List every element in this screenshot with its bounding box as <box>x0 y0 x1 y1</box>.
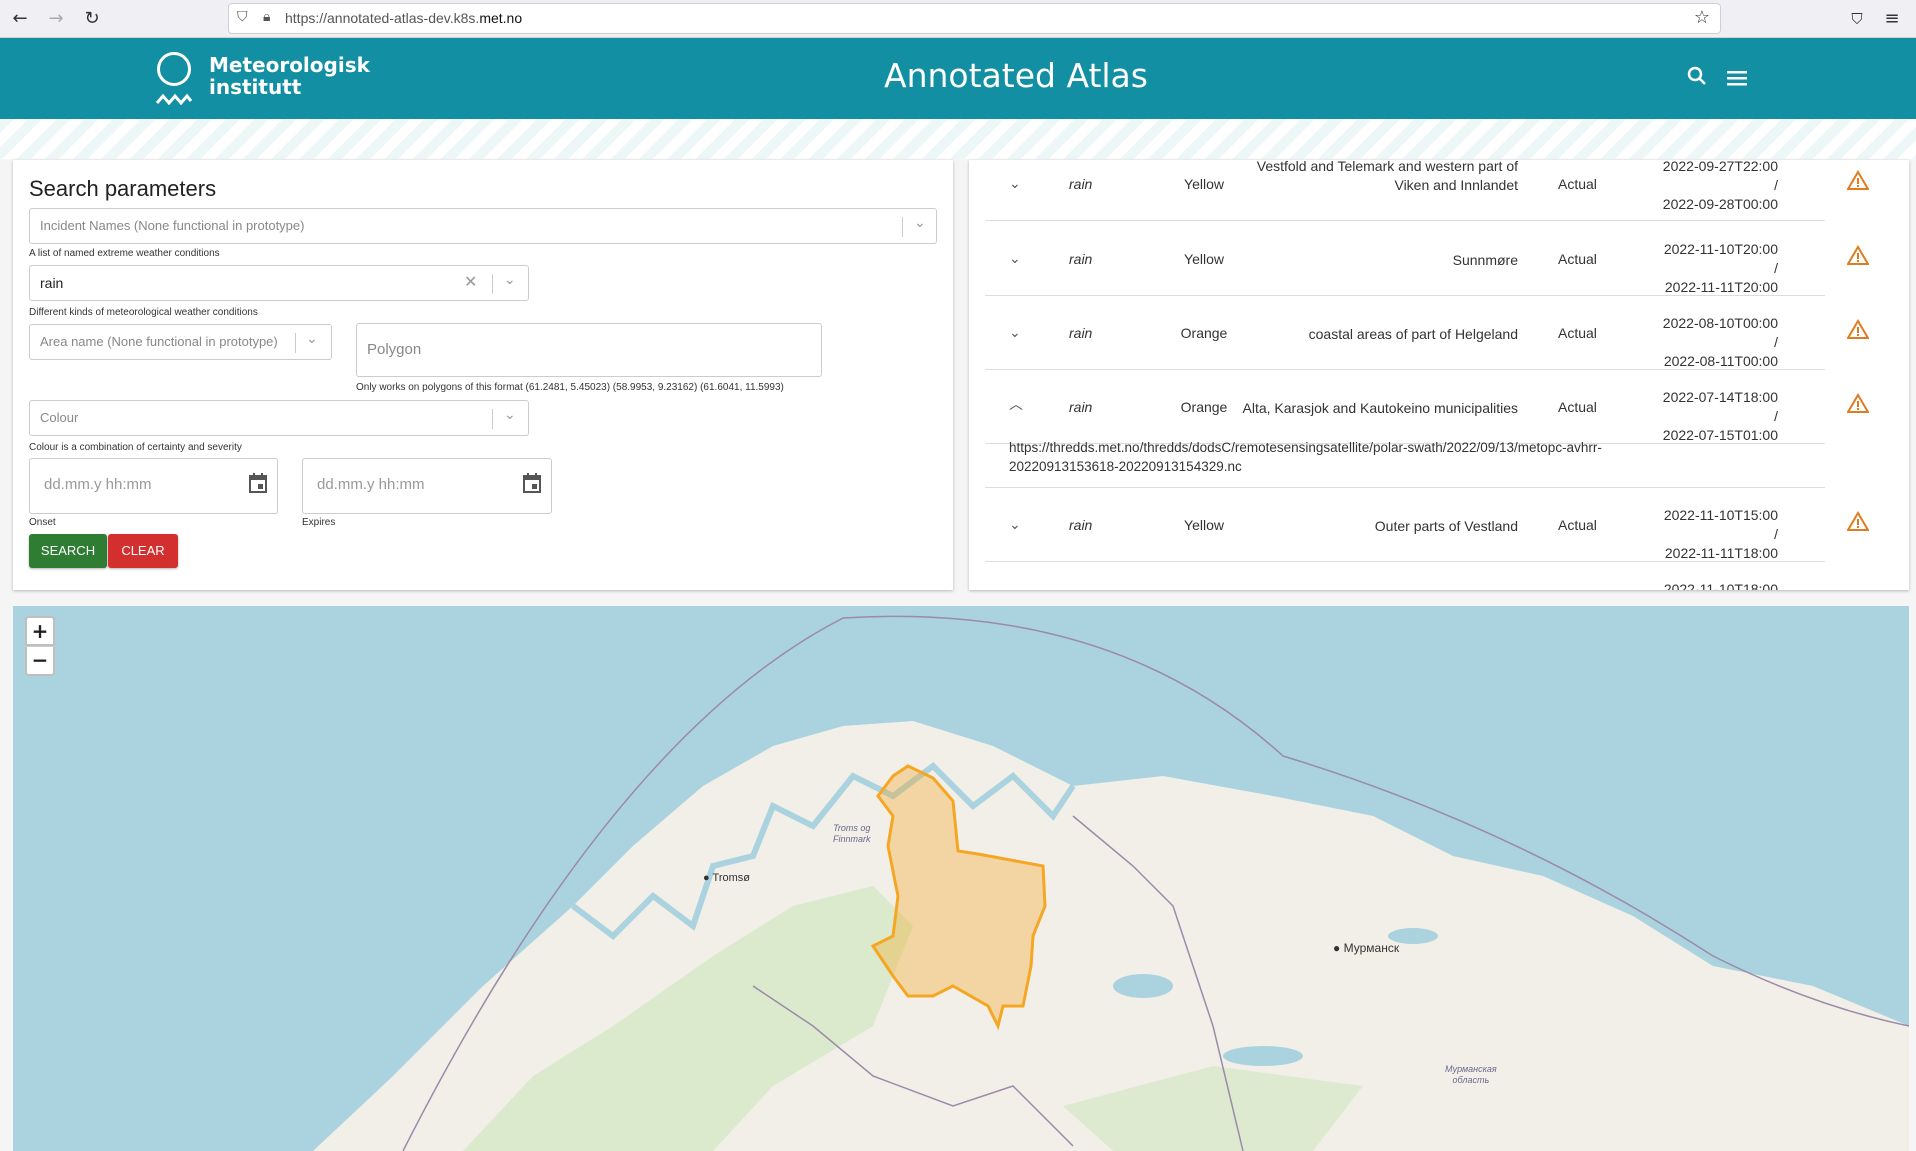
warning-icon <box>1847 511 1869 531</box>
table-row[interactable]: ⌄ rain Yellow Sunnmøre Actual 2022-11-10… <box>985 222 1869 296</box>
warning-icon <box>1847 393 1869 413</box>
calendar-icon[interactable] <box>523 473 541 493</box>
zoom-in-button[interactable]: + <box>25 616 55 646</box>
incident-select[interactable]: Incident Names (None functional in proto… <box>29 208 937 244</box>
area-select[interactable]: Area name (None functional in prototype)… <box>29 324 332 360</box>
search-icon[interactable] <box>1687 66 1707 86</box>
warning-icon <box>1847 319 1869 339</box>
colour-select[interactable]: Colour ⌄ <box>29 400 529 436</box>
table-row-expanded[interactable]: ︿ rain Orange Alta, Karasjok and Kautoke… <box>985 370 1869 444</box>
onset-date-input[interactable]: dd.mm.y hh:mm <box>29 458 278 514</box>
hamburger-menu-icon[interactable] <box>1727 70 1747 86</box>
decorative-wave-strip <box>0 119 1916 159</box>
search-panel: Search parameters Incident Names (None f… <box>13 160 953 590</box>
address-bar[interactable]: ⛉ 🔒︎ https://annotated-atlas-dev.k8s.met… <box>228 3 1721 34</box>
browser-toolbar: ← → ↻ ⛉ 🔒︎ https://annotated-atlas-dev.k… <box>0 0 1916 38</box>
page-title: Annotated Atlas <box>884 56 1148 95</box>
back-icon[interactable]: ← <box>8 7 32 31</box>
certainty-cell: Actual <box>1558 176 1597 192</box>
area-cell: coastal areas of part of Helgeland <box>1308 326 1518 342</box>
chevron-down-icon[interactable]: ⌄ <box>1009 250 1021 267</box>
select-separator <box>492 409 493 429</box>
reload-icon[interactable]: ↻ <box>80 7 104 31</box>
browser-menu-icon[interactable]: ≡ <box>1880 7 1904 31</box>
polygon-placeholder: Polygon <box>367 341 422 358</box>
onset-label: Onset <box>29 517 56 528</box>
event-cell: rain <box>1069 325 1093 341</box>
clear-icon[interactable]: ✕ <box>464 272 477 291</box>
area-cell: Outer parts of Vestland <box>1374 518 1518 534</box>
forward-icon[interactable]: → <box>44 7 68 31</box>
chevron-down-icon[interactable]: ⌄ <box>914 215 926 231</box>
expires-placeholder: dd.mm.y hh:mm <box>317 476 425 493</box>
warning-icon <box>1847 170 1869 190</box>
onset-placeholder: dd.mm.y hh:mm <box>44 476 152 493</box>
incident-placeholder: Incident Names (None functional in proto… <box>40 218 305 233</box>
map-label-city: ● Мурманск <box>1333 941 1400 955</box>
area-cell: Vestfold and Telemark and western part o… <box>1256 160 1518 193</box>
url-text: https://annotated-atlas-dev.k8s.met.no <box>285 10 523 26</box>
event-cell: rain <box>1069 251 1093 267</box>
lock-icon[interactable]: 🔒︎ <box>263 9 270 25</box>
time-cell: 2022-07-14T18:00 /2022-07-15T01:00 <box>1662 389 1778 443</box>
time-cell: 2022-09-27T22:00 /2022-09-28T00:00 <box>1662 160 1778 212</box>
time-cell: 2022-11-10T15:00 /2022-11-11T18:00 <box>1663 507 1778 561</box>
area-cell: Alta, Karasjok and Kautokeino municipali… <box>1242 400 1519 416</box>
polygon-input[interactable]: Polygon <box>356 323 822 377</box>
search-title: Search parameters <box>29 176 217 201</box>
map-label-city: ● Tromsø <box>703 872 750 884</box>
chevron-down-icon[interactable]: ⌄ <box>504 272 516 288</box>
colour-placeholder: Colour <box>40 410 79 425</box>
time-cell: 2022-11-10T20:00 /2022-11-11T20:00 <box>1663 241 1778 295</box>
area-placeholder: Area name (None functional in prototype) <box>40 334 278 349</box>
colour-help: Colour is a combination of certainty and… <box>29 442 242 453</box>
table-row[interactable]: 2022-11-10T18:00 / <box>985 562 1825 590</box>
select-separator <box>492 274 493 294</box>
time-cell: 2022-08-10T00:00 /2022-08-11T00:00 <box>1662 315 1778 369</box>
pocket-icon[interactable]: ⛉ <box>1845 7 1869 31</box>
table-row[interactable]: ⌄ rain Yellow Outer parts of Vestland Ac… <box>985 488 1869 562</box>
certainty-cell: Actual <box>1558 517 1597 533</box>
map-label-region: Troms og Finnmark <box>833 823 871 844</box>
time-cell: 2022-11-10T18:00 / <box>1663 581 1778 590</box>
expires-date-input[interactable]: dd.mm.y hh:mm <box>302 458 552 514</box>
polygon-help: Only works on polygons of this format (6… <box>356 382 784 393</box>
chevron-down-icon[interactable]: ⌄ <box>1009 516 1021 533</box>
table-row[interactable]: ⌄ rain Orange coastal areas of part of H… <box>985 296 1869 370</box>
chevron-down-icon[interactable]: ⌄ <box>1009 324 1021 341</box>
chevron-down-icon[interactable]: ⌄ <box>504 407 516 423</box>
certainty-cell: Actual <box>1558 251 1597 267</box>
chevron-down-icon[interactable]: ⌄ <box>306 331 318 347</box>
event-select[interactable]: rain ✕ ⌄ <box>29 265 529 301</box>
certainty-cell: Actual <box>1558 325 1597 341</box>
clear-button[interactable]: CLEAR <box>108 534 178 568</box>
zoom-out-button[interactable]: − <box>25 646 55 676</box>
chevron-up-icon[interactable]: ︿ <box>1009 394 1023 414</box>
area-cell: Sunnmøre <box>1452 252 1518 268</box>
calendar-icon[interactable] <box>249 473 267 493</box>
event-value: rain <box>40 275 64 291</box>
map-basemap <box>313 615 1909 1151</box>
table-row[interactable]: ⌄ rain Yellow Vestfold and Telemark and … <box>985 160 1869 221</box>
expires-label: Expires <box>302 517 336 528</box>
map-label-region: Мурманская область <box>1445 1064 1497 1085</box>
map-view[interactable]: + − Troms og Finnmark ● Tromsø ● Мурманск… <box>13 606 1909 1151</box>
event-cell: rain <box>1069 399 1093 415</box>
results-panel: ⌄ rain Yellow Vestfold and Telemark and … <box>969 160 1909 590</box>
event-help: Different kinds of meteorological weathe… <box>29 307 258 318</box>
event-cell: rain <box>1069 517 1093 533</box>
warning-icon <box>1847 245 1869 265</box>
expanded-data-link[interactable]: https://thredds.met.no/thredds/dodsC/rem… <box>1009 438 1602 476</box>
certainty-cell: Actual <box>1558 399 1597 415</box>
select-separator <box>902 217 903 237</box>
search-button[interactable]: SEARCH <box>29 534 107 568</box>
incident-help: A list of named extreme weather conditio… <box>29 248 220 259</box>
chevron-down-icon[interactable]: ⌄ <box>1009 175 1021 192</box>
bookmark-star-icon[interactable]: ☆ <box>1694 7 1710 28</box>
event-cell: rain <box>1069 176 1093 192</box>
select-separator <box>295 333 296 353</box>
shield-icon[interactable]: ⛉ <box>237 9 248 25</box>
